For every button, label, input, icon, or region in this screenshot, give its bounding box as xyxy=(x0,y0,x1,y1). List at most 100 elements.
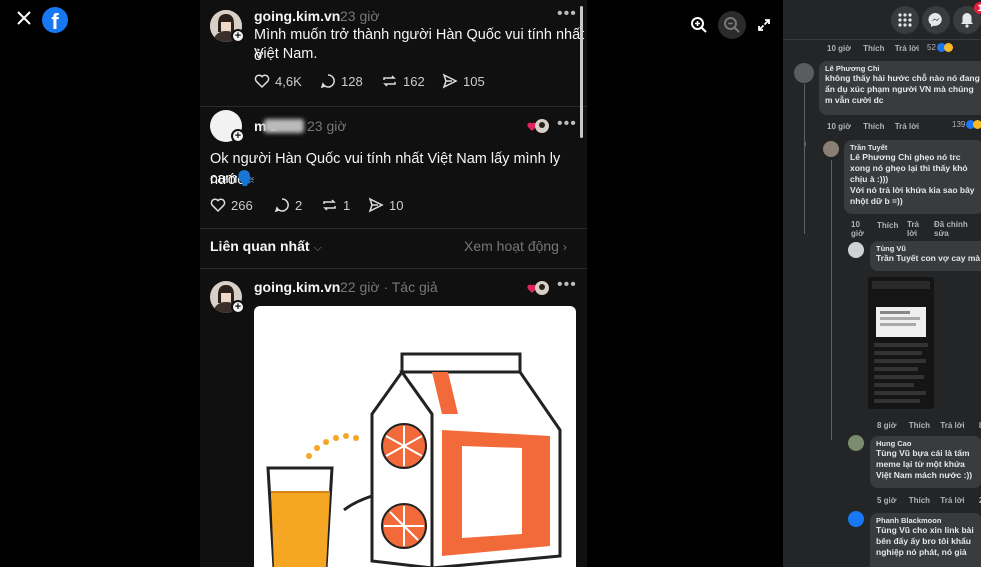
follow-plus-icon[interactable]: + xyxy=(231,300,245,314)
avatar[interactable] xyxy=(848,511,864,527)
post-text-line2: cam🗣️ xyxy=(210,171,256,187)
reply-link-line2: lời xyxy=(907,229,918,238)
reaction-badge[interactable]: 52 xyxy=(927,43,953,52)
comment-time[interactable]: 5 giờ xyxy=(877,496,896,505)
reply-button[interactable]: 128 xyxy=(320,73,363,89)
comment-text-line3: chịu à :))) xyxy=(850,174,889,184)
notification-badge: 1 xyxy=(974,2,981,14)
comment-actions-row: 10 giờ Thích Trả lời xyxy=(827,122,919,131)
more-options-icon[interactable]: ••• xyxy=(557,276,577,294)
repost-count: 162 xyxy=(403,73,425,89)
commenter-name[interactable]: Trần Tuyết xyxy=(850,143,978,152)
avatar[interactable] xyxy=(848,242,864,258)
comment-text-line4: Với nó trả lời khứa kia sao bây xyxy=(850,185,975,195)
scrollbar[interactable] xyxy=(580,6,583,138)
comment-time[interactable]: 8 giờ xyxy=(877,421,896,430)
commenter-name[interactable]: Hung Cao xyxy=(876,439,976,448)
reply-link[interactable]: Trả lời xyxy=(907,220,919,238)
commenter-name[interactable]: Tùng Vũ xyxy=(876,244,981,253)
like-link[interactable]: Thích xyxy=(909,496,930,505)
like-button[interactable]: 266 xyxy=(210,197,253,213)
avatar[interactable] xyxy=(823,141,839,157)
thread-line xyxy=(804,84,805,234)
like-button[interactable]: 4,6K xyxy=(254,73,302,89)
post-text: Ok người Hàn Quốc vui tính nhất Việt Nam… xyxy=(210,151,561,188)
threads-screenshot: + going.kim.vn 23 giờ ••• Mình muốn trở … xyxy=(200,0,587,567)
orange-juice-meme-image[interactable] xyxy=(254,306,576,567)
share-button[interactable]: 10 xyxy=(368,197,403,213)
author-tag: Tác giả xyxy=(391,279,438,295)
commenter-name[interactable]: Lê Phương Chi xyxy=(825,64,981,73)
comment-time[interactable]: 10 giờ xyxy=(827,122,851,131)
comment-text-line2: xong nó ghẹo lại thì thấy khó xyxy=(850,163,968,173)
sort-dropdown[interactable]: Liên quan nhất ⌵ xyxy=(210,238,322,255)
comment-text: không thấy hài hước chỗ nào nó đang xyxy=(825,73,980,83)
comment-bubble: Tùng Vũ Trần Tuyết con vợ cay mà xyxy=(870,241,981,271)
reply-link[interactable]: Trả lời xyxy=(940,421,964,430)
share-button[interactable]: 105 xyxy=(442,73,485,89)
repost-button[interactable]: 1 xyxy=(321,197,350,213)
comment-text-line2: meme lại từ một khứa xyxy=(876,459,965,469)
comment-actions-row: 8 giờ Thích Trả lời 84 xyxy=(877,421,981,430)
comment-text: Lê Phương Chi ghẹo nó trc xyxy=(850,152,961,162)
like-link[interactable]: Thích xyxy=(863,122,884,131)
post-username[interactable]: going.kim.vn xyxy=(254,8,340,24)
like-link[interactable]: Thích xyxy=(909,421,930,430)
liked-by-author-icon xyxy=(527,118,549,134)
comment-time[interactable]: 10 giờ xyxy=(827,44,851,53)
comment-bubble: Hung Cao Tùng Vũ bựa cái là tấm meme lại… xyxy=(870,436,981,488)
comment-actions-row: 5 giờ Thích Trả lời 21 xyxy=(877,496,981,505)
reply-link[interactable]: Trả lời xyxy=(895,122,919,131)
post-time: 22 giờ xyxy=(340,279,380,295)
like-count: 4,6K xyxy=(275,73,302,89)
comment-bubble: Trần Tuyết Lê Phương Chi ghẹo nó trc xon… xyxy=(844,140,981,214)
comment-icon xyxy=(320,74,335,89)
more-options-icon[interactable]: ••• xyxy=(557,115,577,133)
comment-text-line3: m vẫn cười dc xyxy=(825,95,884,105)
comment-time-line2: giờ xyxy=(851,229,864,238)
reaction-badge[interactable]: 139 xyxy=(952,120,981,129)
reply-count: 2 xyxy=(295,197,303,213)
like-count: 266 xyxy=(231,197,253,213)
post-username[interactable]: going.kim.vn xyxy=(254,279,340,295)
reaction-count: 139 xyxy=(952,120,966,129)
post-text-line2: Việt Nam. xyxy=(254,46,318,62)
comment-attached-image[interactable] xyxy=(868,277,934,409)
reply-link[interactable]: Trả lời xyxy=(940,496,964,505)
zoom-in-icon[interactable] xyxy=(685,11,713,39)
reply-link[interactable]: Trả lời xyxy=(895,44,919,53)
reply-button[interactable]: 2 xyxy=(274,197,302,213)
thread-line xyxy=(831,160,832,240)
post-username[interactable]: m z xyxy=(254,118,304,134)
commenter-name[interactable]: Phanh Blackmoon xyxy=(876,516,976,525)
comment-icon xyxy=(274,198,289,213)
menu-grid-icon[interactable] xyxy=(891,6,919,34)
edited-label-line2: sửa xyxy=(934,229,949,238)
facebook-logo-icon[interactable]: f xyxy=(42,7,68,33)
like-link[interactable]: Thích xyxy=(877,221,898,230)
comment-text-line3: nghiệp nó phát, nó giả xyxy=(876,547,967,557)
divider xyxy=(200,268,587,269)
follow-plus-icon[interactable]: + xyxy=(231,129,245,143)
follow-plus-icon[interactable]: + xyxy=(231,29,245,43)
comment-time[interactable]: 10 giờ xyxy=(851,220,864,238)
avatar[interactable] xyxy=(848,435,864,451)
repost-button[interactable]: 162 xyxy=(381,73,425,89)
comment-text-line2: ẩn dụ xúc phạm người VN mà chúng xyxy=(825,84,974,94)
redacted-username-mark xyxy=(264,119,304,133)
more-options-icon[interactable]: ••• xyxy=(557,5,577,23)
reply-link-line1: Trả xyxy=(907,220,920,229)
zoom-out-icon[interactable] xyxy=(718,11,746,39)
like-link[interactable]: Thích xyxy=(863,44,884,53)
comment-bubble: Phanh Blackmoon Tùng Vũ cho xin link bài… xyxy=(870,513,981,567)
send-icon xyxy=(442,73,458,89)
comment-actions-row: 10 giờ Thích Trả lời xyxy=(827,44,919,53)
comment-text-line3: Việt Nam mách nước :)) xyxy=(876,470,973,480)
avatar[interactable] xyxy=(794,63,814,83)
messenger-icon[interactable] xyxy=(922,6,950,34)
see-activity-link[interactable]: Xem hoạt động › xyxy=(464,238,567,254)
fullscreen-icon[interactable] xyxy=(750,11,778,39)
close-icon[interactable] xyxy=(14,10,34,30)
top-nav: 1 xyxy=(783,0,981,40)
reply-count: 128 xyxy=(341,73,363,89)
